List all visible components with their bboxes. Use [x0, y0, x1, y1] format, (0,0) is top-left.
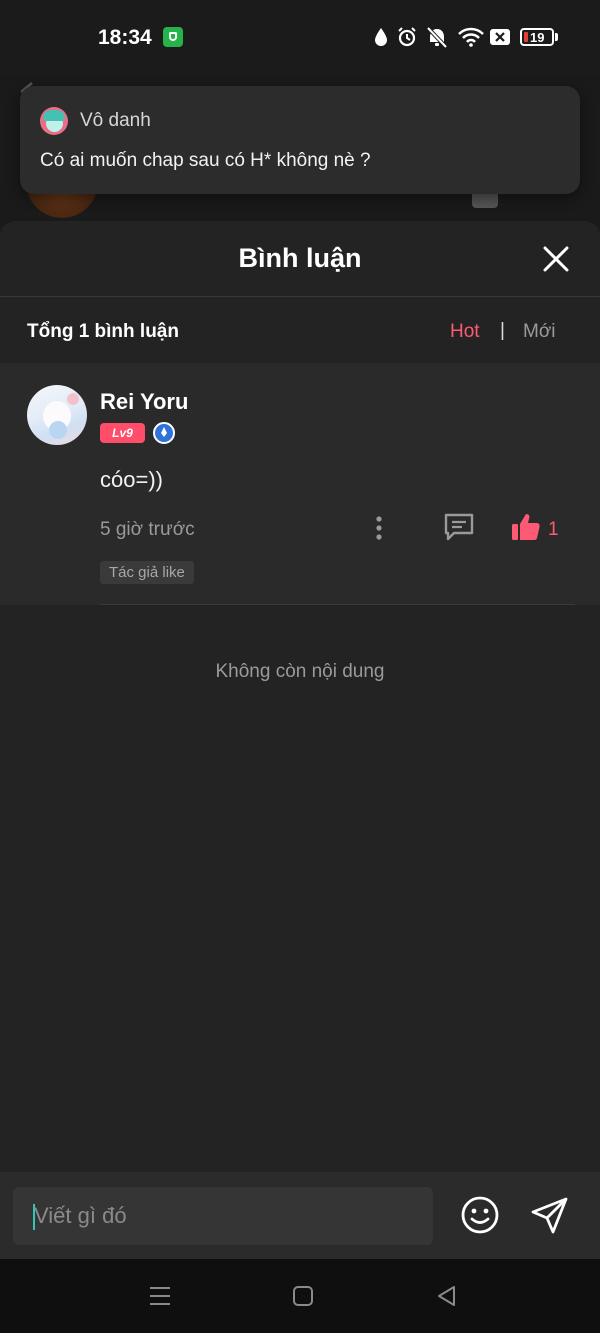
bell-off-icon — [426, 27, 448, 49]
sort-new-tab[interactable]: Mới — [523, 321, 556, 343]
comment-input-placeholder: Viết gì đó — [34, 1203, 127, 1228]
sort-hot-tab[interactable]: Hot — [450, 321, 480, 343]
thumbs-up-icon[interactable] — [510, 511, 542, 543]
verified-badge-icon — [153, 422, 175, 444]
water-drop-icon — [375, 28, 387, 46]
comments-sheet: Bình luận Tổng 1 bình luận Hot | Mới Rei… — [0, 221, 600, 1259]
alarm-icon — [398, 27, 416, 47]
send-icon[interactable] — [530, 1195, 570, 1235]
sim-x-icon — [490, 29, 510, 45]
comment-input[interactable]: Viết gì đó — [13, 1187, 433, 1245]
battery-icon: 19 — [520, 28, 554, 46]
more-options-icon[interactable] — [368, 513, 390, 543]
comment-input-bar: Viết gì đó — [0, 1172, 600, 1259]
notification-toast[interactable]: Vô danh Có ai muốn chap sau có H* không … — [20, 86, 580, 194]
wifi-icon — [458, 27, 484, 47]
back-icon[interactable] — [434, 1283, 460, 1309]
status-time: 18:34 — [98, 26, 152, 49]
comment-time: 5 giờ trước — [100, 519, 195, 540]
notification-sender: Vô danh — [80, 110, 151, 131]
divider — [0, 296, 600, 297]
comment-count: Tổng 1 bình luận — [27, 321, 179, 342]
reply-icon[interactable] — [443, 512, 475, 542]
level-badge: Lv9 — [100, 423, 145, 443]
author-like-tag: Tác giả like — [100, 561, 194, 584]
status-bar: 18:34 19 — [0, 0, 600, 76]
comment-username[interactable]: Rei Yoru — [100, 389, 188, 415]
app-shield-icon — [163, 27, 183, 47]
comment-item: Rei Yoru Lv9 cóo=)) 5 giờ trước 1 Tác gi… — [0, 363, 600, 605]
comment-text: cóo=)) — [100, 467, 163, 492]
divider — [100, 604, 575, 605]
notification-message: Có ai muốn chap sau có H* không nè ? — [40, 150, 371, 171]
sheet-title: Bình luận — [238, 243, 362, 273]
recent-apps-icon[interactable] — [147, 1284, 173, 1308]
like-count: 1 — [548, 519, 559, 540]
avatar[interactable] — [27, 385, 87, 445]
notification-avatar — [40, 107, 68, 135]
system-nav-bar — [0, 1259, 600, 1333]
end-of-list-text: Không còn nội dung — [215, 661, 385, 682]
battery-level: 19 — [530, 30, 545, 45]
home-icon[interactable] — [292, 1285, 314, 1307]
close-icon[interactable] — [538, 241, 574, 277]
emoji-icon[interactable] — [460, 1195, 500, 1235]
sort-separator: | — [500, 320, 505, 341]
